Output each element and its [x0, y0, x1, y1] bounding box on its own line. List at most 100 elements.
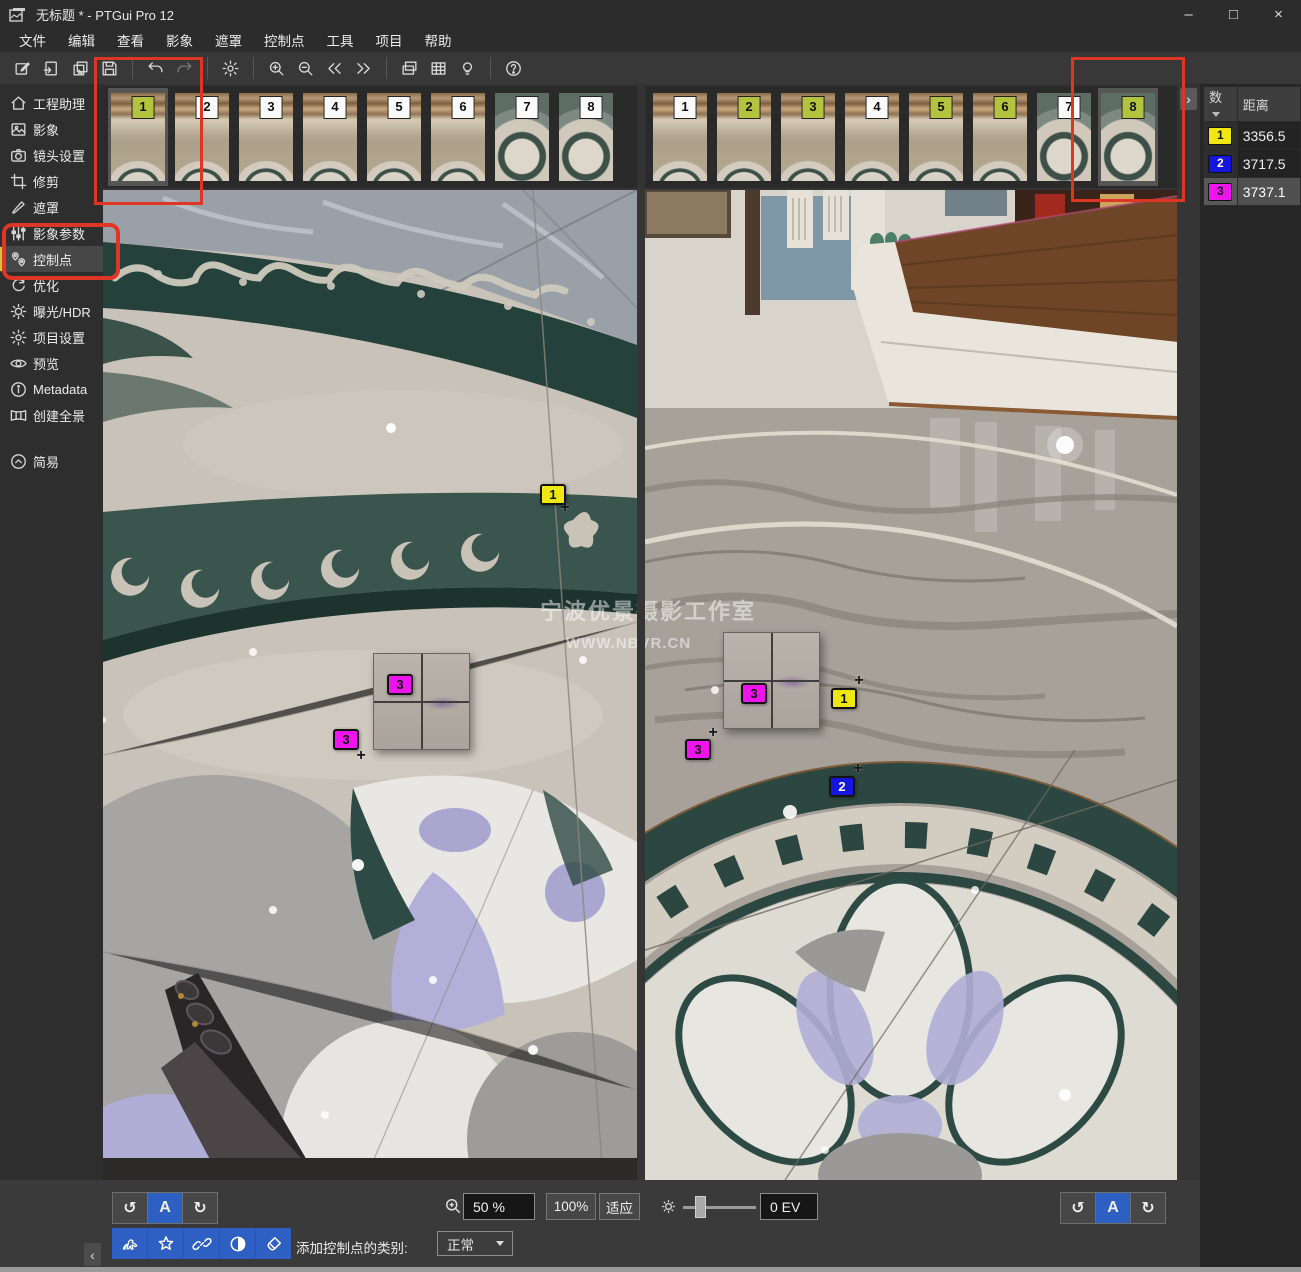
thumbnail-right-1[interactable]: 1: [650, 88, 710, 186]
undo-icon[interactable]: [142, 55, 169, 81]
menu-帮助[interactable]: 帮助: [414, 27, 463, 53]
column-header-number[interactable]: 数: [1204, 87, 1238, 122]
sidebar-item-工程助理[interactable]: 工程助理: [0, 90, 103, 116]
thumbnail-left-2[interactable]: 2: [172, 88, 232, 186]
auto-mode-left-button[interactable]: A: [148, 1193, 183, 1223]
sidebar-item-Metadata[interactable]: Metadata: [0, 376, 103, 402]
control-point-badge-2[interactable]: 2: [829, 776, 855, 797]
kangaroo-icon[interactable]: [112, 1228, 148, 1259]
zoom-fit-button[interactable]: 适应: [599, 1193, 640, 1220]
menu-遮罩[interactable]: 遮罩: [204, 27, 253, 53]
control-point-cross[interactable]: +: [356, 747, 365, 765]
sidebar-item-曝光/HDR[interactable]: 曝光/HDR: [0, 298, 103, 324]
sidebar-item-简易[interactable]: 简易: [0, 448, 103, 474]
help-icon[interactable]: [500, 55, 527, 81]
control-point-cross[interactable]: +: [853, 760, 862, 778]
thumbnail-left-6[interactable]: 6: [428, 88, 488, 186]
star-icon[interactable]: [148, 1228, 184, 1259]
sidebar-item-创建全景[interactable]: 创建全景: [0, 402, 103, 428]
control-point-cross[interactable]: +: [854, 672, 863, 690]
menu-控制点[interactable]: 控制点: [253, 27, 316, 53]
thumbnail-left-5[interactable]: 5: [364, 88, 424, 186]
control-point-badge-3[interactable]: 3: [685, 739, 711, 760]
menu-项目[interactable]: 项目: [365, 27, 414, 53]
sidebar-item-遮罩[interactable]: 遮罩: [0, 194, 103, 220]
thumbnail-left-7[interactable]: 7: [492, 88, 552, 186]
maximize-button[interactable]: □: [1211, 0, 1256, 28]
brush-icon[interactable]: [256, 1228, 291, 1259]
thumbnail-left-8[interactable]: 8: [556, 88, 616, 186]
image-viewer-left[interactable]: 宁波优景摄影工作室 WWW.NBVR.CN +13+3: [103, 190, 637, 1180]
zoom-percent-input[interactable]: 50 %: [463, 1193, 535, 1220]
menu-文件[interactable]: 文件: [8, 27, 57, 53]
image-viewer-right[interactable]: 宁波优景摄影工作室 WWW.NBVR.CN 3+3+1+2: [645, 190, 1177, 1180]
cp-table-row-2[interactable]: 23717.5: [1204, 150, 1301, 178]
collapse-left-button[interactable]: ‹: [84, 1243, 101, 1266]
sidebar-item-项目设置[interactable]: 项目设置: [0, 324, 103, 350]
sidebar-item-修剪[interactable]: 修剪: [0, 168, 103, 194]
menu-查看[interactable]: 查看: [106, 27, 155, 53]
thumbnail-right-3[interactable]: 3: [778, 88, 838, 186]
rotate-ccw-left-button[interactable]: ↺: [113, 1193, 148, 1223]
menu-编辑[interactable]: 编辑: [57, 27, 106, 53]
cp-table-row-3[interactable]: 33737.1: [1204, 178, 1301, 206]
cp-class-select[interactable]: 正常: [437, 1231, 513, 1256]
sidebar-item-影象参数[interactable]: 影象参数: [0, 220, 103, 246]
cp-table-row-1[interactable]: 13356.5: [1204, 122, 1301, 150]
minimize-button[interactable]: –: [1166, 0, 1211, 28]
menu-工具[interactable]: 工具: [316, 27, 365, 53]
zoom-out-icon[interactable]: [292, 55, 319, 81]
sidebar-item-预览[interactable]: 预览: [0, 350, 103, 376]
close-button[interactable]: ×: [1256, 0, 1301, 28]
zoom-in-icon[interactable]: [263, 55, 290, 81]
save-icon[interactable]: [96, 55, 123, 81]
thumbnail-left-4[interactable]: 4: [300, 88, 360, 186]
redo-icon[interactable]: [171, 55, 198, 81]
column-header-distance[interactable]: 距离: [1237, 87, 1300, 122]
sidebar-item-label: 简易: [33, 452, 59, 471]
ev-slider-handle[interactable]: [695, 1196, 706, 1218]
lamp-icon[interactable]: [454, 55, 481, 81]
thumbnail-right-6[interactable]: 6: [970, 88, 1030, 186]
thumbnail-right-2[interactable]: 2: [714, 88, 774, 186]
thumbnail-number-badge: 2: [738, 96, 761, 119]
control-point-badge-3[interactable]: 3: [333, 729, 359, 750]
sidebar-item-优化[interactable]: 优化: [0, 272, 103, 298]
menu-影象[interactable]: 影象: [155, 27, 204, 53]
thumbnail-left-3[interactable]: 3: [236, 88, 296, 186]
contrast-icon[interactable]: [220, 1228, 256, 1259]
control-point-badge-1[interactable]: 1: [831, 688, 857, 709]
thumbnail-photo: 4: [303, 93, 357, 181]
panorama-editor-icon[interactable]: [396, 55, 423, 81]
sidebar-item-影象[interactable]: 影象: [0, 116, 103, 142]
thumbnail-photo: 2: [175, 93, 229, 181]
thumbnail-right-7[interactable]: 7: [1034, 88, 1094, 186]
thumbnail-right-8[interactable]: 8: [1098, 88, 1158, 186]
control-point-badge-1[interactable]: 1: [540, 484, 566, 505]
auto-mode-right-button[interactable]: A: [1096, 1193, 1131, 1223]
rotate-cw-left-button[interactable]: ↻: [183, 1193, 217, 1223]
prev-pair-icon[interactable]: [321, 55, 348, 81]
link-icon[interactable]: [184, 1228, 220, 1259]
ev-slider-track[interactable]: [683, 1206, 756, 1209]
rotate-ccw-right-button[interactable]: ↺: [1061, 1193, 1096, 1223]
zoom-100-button[interactable]: 100%: [546, 1193, 596, 1220]
grid-icon[interactable]: [425, 55, 452, 81]
open-icon[interactable]: [38, 55, 65, 81]
ev-value-input[interactable]: 0 EV: [760, 1193, 818, 1220]
edit-icon[interactable]: [9, 55, 36, 81]
next-pair-icon[interactable]: [350, 55, 377, 81]
gear-icon[interactable]: [217, 55, 244, 81]
thumbnail-right-5[interactable]: 5: [906, 88, 966, 186]
thumbnail-left-1[interactable]: 1: [108, 88, 168, 186]
sidebar-item-镜头设置[interactable]: 镜头设置: [0, 142, 103, 168]
control-point-badge-3[interactable]: 3: [741, 683, 767, 704]
expand-strip-button[interactable]: ›: [1180, 88, 1197, 110]
control-point-badge-3[interactable]: 3: [387, 674, 413, 695]
rotate-cw-right-button[interactable]: ↻: [1131, 1193, 1165, 1223]
toolbar-separator: [207, 57, 208, 79]
thumbnail-right-4[interactable]: 4: [842, 88, 902, 186]
duplicate-icon[interactable]: [67, 55, 94, 81]
sidebar-item-控制点[interactable]: 控制点: [0, 246, 103, 272]
toolbar-separator: [253, 57, 254, 79]
